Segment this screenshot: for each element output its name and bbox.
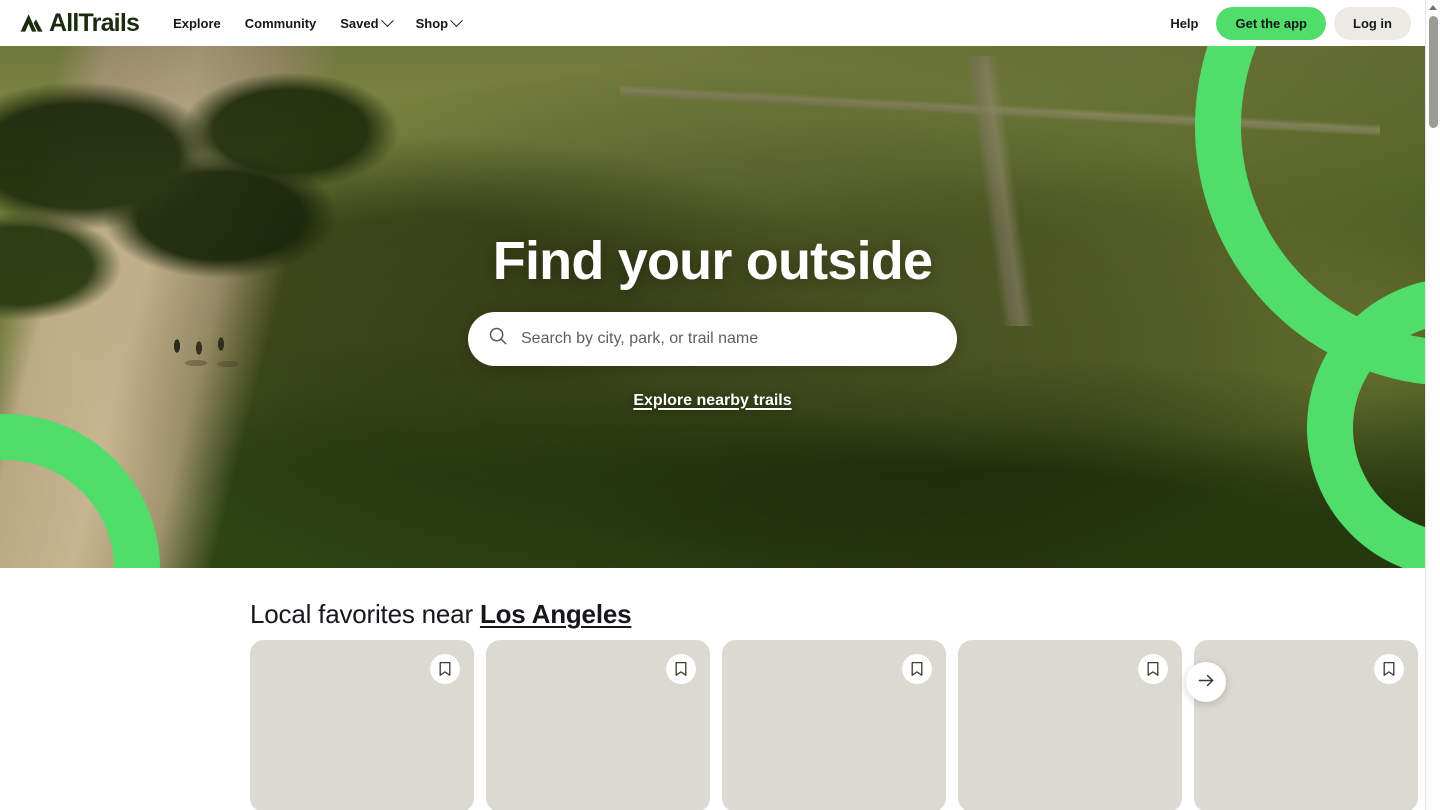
log-in-button[interactable]: Log in xyxy=(1334,6,1411,40)
trail-card[interactable] xyxy=(486,640,710,810)
header-actions: Help Get the app Log in xyxy=(1160,6,1411,40)
nav-label: Shop xyxy=(415,15,449,31)
carousel-next-button[interactable] xyxy=(1186,662,1226,702)
search-bar[interactable] xyxy=(468,311,957,366)
nav-item-explore[interactable]: Explore xyxy=(161,10,233,37)
hero-title: Find your outside xyxy=(492,231,933,291)
chevron-down-icon xyxy=(450,13,463,27)
favorites-carousel[interactable] xyxy=(250,640,1425,810)
arrow-right-icon xyxy=(1197,671,1216,693)
nav-label: Explore xyxy=(173,15,221,31)
trail-card[interactable] xyxy=(250,640,474,810)
hero-section: Find your outside Explore nearby trails xyxy=(0,46,1425,568)
section-title-prefix: Local favorites near xyxy=(250,599,480,629)
nav-label: Saved xyxy=(340,15,379,31)
explore-nearby-trails-link[interactable]: Explore nearby trails xyxy=(633,392,791,410)
vertical-scrollbar[interactable] xyxy=(1425,0,1440,810)
scrollbar-thumb[interactable] xyxy=(1429,16,1438,128)
card-list xyxy=(250,640,1425,810)
nav-item-community[interactable]: Community xyxy=(233,10,329,37)
get-the-app-button[interactable]: Get the app xyxy=(1216,6,1326,40)
trail-card[interactable] xyxy=(958,640,1182,810)
browser-viewport: AllTrails Explore Community Saved Shop H… xyxy=(0,0,1440,810)
mountain-icon xyxy=(16,12,46,34)
page-content: AllTrails Explore Community Saved Shop H… xyxy=(0,0,1425,810)
chevron-down-icon xyxy=(380,13,394,27)
site-header: AllTrails Explore Community Saved Shop H… xyxy=(0,0,1425,46)
bookmark-icon[interactable] xyxy=(1138,654,1168,684)
bookmark-icon[interactable] xyxy=(666,654,696,684)
local-favorites-section: Local favorites near Los Angeles xyxy=(0,568,1425,810)
section-title: Local favorites near Los Angeles xyxy=(250,599,632,630)
hero-content: Find your outside Explore nearby trails xyxy=(0,46,1425,568)
scroll-up-arrow-icon[interactable] xyxy=(1426,0,1440,14)
nav-item-shop[interactable]: Shop xyxy=(404,10,474,37)
help-link[interactable]: Help xyxy=(1160,10,1208,37)
logo-wordmark: AllTrails xyxy=(49,8,140,37)
trail-card[interactable] xyxy=(1194,640,1418,810)
bookmark-icon[interactable] xyxy=(1374,654,1404,684)
search-icon xyxy=(488,326,508,351)
bookmark-icon[interactable] xyxy=(902,654,932,684)
bookmark-icon[interactable] xyxy=(430,654,460,684)
search-input[interactable] xyxy=(521,329,937,348)
trail-card[interactable] xyxy=(722,640,946,810)
city-link[interactable]: Los Angeles xyxy=(480,599,632,629)
alltrails-logo[interactable]: AllTrails xyxy=(16,8,140,37)
nav-label: Community xyxy=(244,15,317,31)
nav-item-saved[interactable]: Saved xyxy=(328,10,403,37)
primary-nav: Explore Community Saved Shop xyxy=(161,10,473,37)
